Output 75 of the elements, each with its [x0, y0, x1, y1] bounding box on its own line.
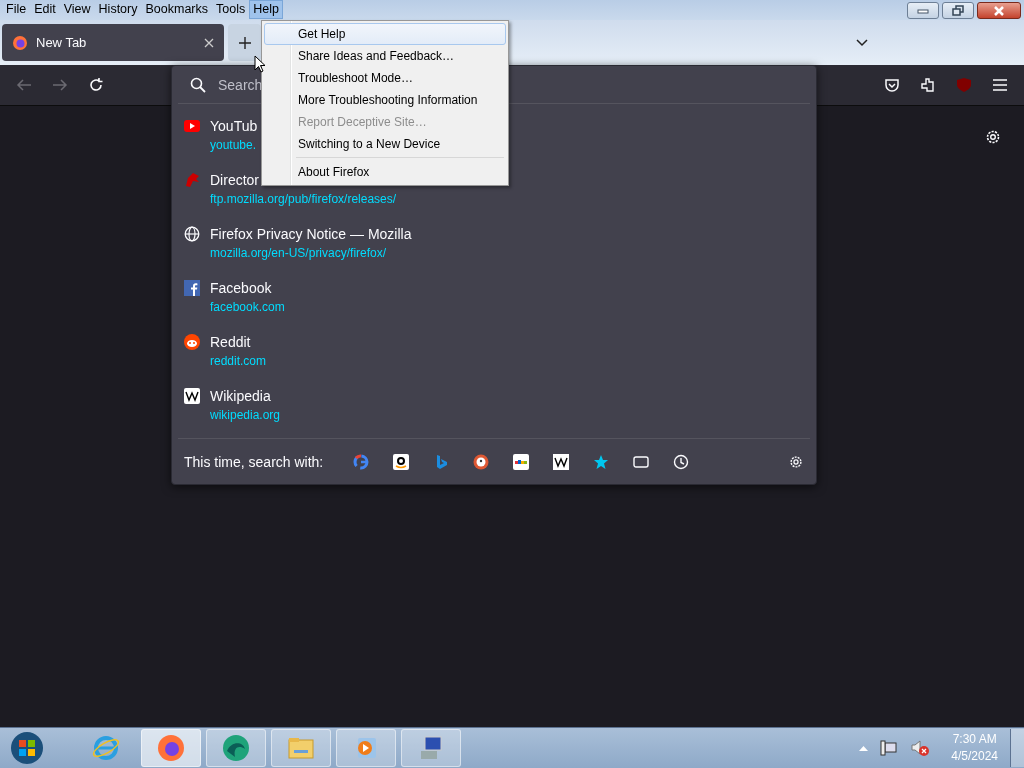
search-with-label: This time, search with:	[184, 453, 324, 470]
result-url: ftp.mozilla.org/pub/firefox/releases/	[210, 192, 397, 208]
search-icon	[190, 76, 206, 93]
duck-icon[interactable]	[473, 453, 490, 470]
result-title: Director	[210, 172, 260, 190]
menu-bar-item[interactable]: Edit	[30, 0, 60, 19]
forward-icon[interactable]	[52, 78, 68, 92]
menu-bar-item[interactable]: Bookmarks	[141, 0, 212, 19]
puzzle-icon[interactable]	[920, 77, 936, 93]
minimize-icon	[917, 7, 929, 14]
menu-item[interactable]: More Troubleshooting Information	[264, 89, 506, 111]
menu-bar-item[interactable]: View	[59, 0, 95, 19]
taskbar-button[interactable]	[141, 729, 201, 767]
result-title: Reddit	[210, 334, 252, 352]
chevron-down-icon[interactable]	[856, 38, 868, 47]
restore-button[interactable]	[942, 2, 974, 19]
network-icon[interactable]	[880, 740, 899, 756]
settings-icon[interactable]	[788, 453, 804, 470]
settings-icon[interactable]	[984, 128, 1002, 146]
new-tab-button[interactable]	[228, 24, 261, 61]
plus-icon	[238, 36, 251, 49]
show-desktop-button[interactable]	[1010, 729, 1024, 767]
reddit-icon	[184, 334, 200, 351]
reload-icon[interactable]	[88, 77, 104, 93]
clock-icon[interactable]	[673, 453, 690, 470]
dinosaur-icon	[184, 172, 200, 189]
cursor-icon	[254, 55, 266, 74]
start-button[interactable]	[10, 731, 44, 765]
swirl-icon	[221, 733, 251, 763]
menu-icon[interactable]	[992, 78, 1008, 92]
wikipedia-icon	[184, 388, 200, 405]
menu-bar-item[interactable]: Help	[249, 0, 283, 19]
wikipedia-icon[interactable]	[553, 453, 570, 470]
taskbar-button[interactable]	[206, 729, 266, 767]
tab-icon[interactable]	[633, 453, 650, 470]
menu-item[interactable]: Troubleshoot Mode…	[264, 67, 506, 89]
amazon-icon[interactable]	[393, 453, 410, 470]
volume-muted-icon[interactable]	[910, 739, 931, 757]
firefox-icon	[12, 34, 28, 51]
firefox-icon	[156, 733, 186, 763]
close-button[interactable]	[977, 2, 1021, 19]
result-url: reddit.com	[210, 354, 267, 370]
tab-title: New Tab	[36, 35, 88, 50]
close-icon	[993, 5, 1005, 16]
menu-bar-item[interactable]: Tools	[212, 0, 250, 19]
restore-icon	[952, 5, 964, 16]
minimize-button[interactable]	[907, 2, 939, 19]
facebook-icon	[184, 280, 200, 297]
close-tab-icon[interactable]	[204, 37, 214, 48]
star-icon[interactable]	[593, 453, 610, 470]
clock-time: 7:30 AM	[952, 731, 997, 748]
clock-date: 4/5/2024	[951, 748, 998, 765]
menu-item[interactable]: Switching to a New Device	[264, 133, 506, 155]
menu-item[interactable]: Share Ideas and Feedback…	[264, 45, 506, 67]
result-url: wikipedia.org	[210, 408, 281, 424]
result-title: Facebook	[210, 280, 273, 298]
result-url: mozilla.org/en-US/privacy/firefox/	[210, 246, 388, 262]
result-url: youtube.	[210, 138, 258, 154]
back-icon[interactable]	[16, 78, 32, 92]
globe-e-icon	[91, 733, 121, 763]
globe-icon	[184, 226, 200, 243]
play-icon	[184, 118, 200, 135]
pocket-icon[interactable]	[884, 77, 900, 93]
taskbar-button[interactable]	[401, 729, 461, 767]
menu-bar-item[interactable]: File	[2, 0, 31, 19]
google-icon[interactable]	[353, 453, 370, 470]
menu-bar-item[interactable]: History	[94, 0, 142, 19]
result-title: YouTub	[210, 118, 258, 136]
result-title: Wikipedia	[210, 388, 272, 406]
result-url: facebook.com	[210, 300, 285, 316]
menu-item[interactable]: About Firefox	[264, 161, 506, 183]
browser-tab[interactable]: New Tab	[2, 24, 224, 61]
result-title: Firefox Privacy Notice — Mozilla	[210, 226, 412, 244]
ebay-icon[interactable]	[513, 453, 530, 470]
menu-item[interactable]: Get Help	[264, 23, 506, 45]
